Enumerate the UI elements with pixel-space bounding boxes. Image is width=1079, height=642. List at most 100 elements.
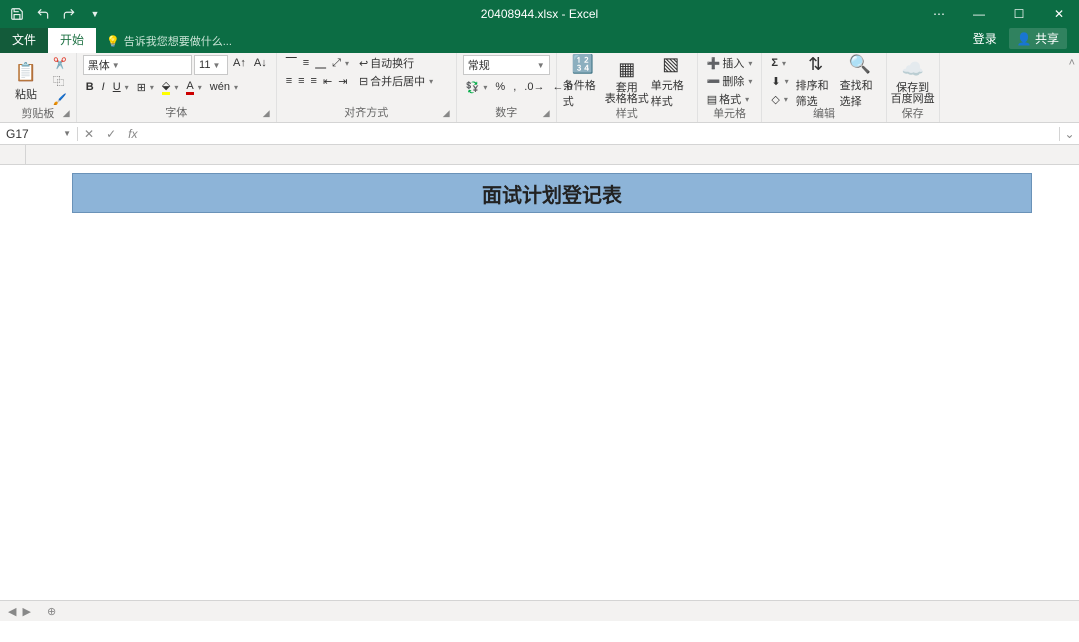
conditional-format-button[interactable]: 🔢条件格式 [563,55,603,107]
dialog-launcher-icon[interactable]: ◢ [543,106,550,120]
cond-format-icon: 🔢 [571,54,595,75]
fill-button[interactable]: ⬇▾ [768,73,791,89]
phonetic-button[interactable]: wén▾ [207,79,241,95]
sort-filter-button[interactable]: ⇅排序和筛选 [796,55,836,107]
merge-center-button[interactable]: ⊟合并后居中▾ [356,73,436,89]
group-font: 黑体▼ 11▼ A↑ A↓ B I U▾ ⊞▾ ⬙▾ A▾ wén▾ 字体◢ [77,53,277,122]
italic-button[interactable]: I [99,79,108,95]
copy-icon: ⿻ [53,73,64,89]
redo-icon[interactable] [58,3,80,25]
login-link[interactable]: 登录 [973,30,997,47]
percent-button[interactable]: % [492,79,508,95]
align-bottom-button[interactable]: ⎽ [312,55,329,71]
cut-button[interactable]: ✂️ [50,55,70,71]
sheet-nav-prev-icon[interactable]: ◀ [8,605,16,618]
undo-icon[interactable] [32,3,54,25]
find-icon: 🔍 [848,54,872,75]
titlebar: ▼ 20408944.xlsx - Excel ⋯ — ☐ ✕ [0,0,1079,28]
confirm-entry-icon[interactable]: ✓ [100,127,122,141]
cell-styles-button[interactable]: ▧单元格样式 [651,55,691,107]
decrease-font-button[interactable]: A↓ [251,55,270,71]
tell-me-box[interactable]: 💡 告诉我您想要做什么... [106,33,232,53]
currency-button[interactable]: 💱▾ [463,79,491,95]
find-select-button[interactable]: 🔍查找和选择 [840,55,880,107]
font-color-button[interactable]: A▾ [183,79,204,95]
select-all-corner[interactable] [0,145,26,165]
qat-customize-icon[interactable]: ▼ [84,3,106,25]
window-title: 20408944.xlsx - Excel [481,7,598,21]
ribbon-options-icon[interactable]: ⋯ [919,0,959,28]
orientation-button[interactable]: ⤢▾ [329,55,352,71]
sheet-nav-next-icon[interactable]: ▶ [22,605,30,618]
paste-button[interactable]: 📋 粘贴 [6,55,46,107]
worksheet-grid[interactable]: 面试计划登记表 ◀ ▶ ⊕ [0,145,1079,621]
dialog-launcher-icon[interactable]: ◢ [63,106,70,120]
wrap-text-button[interactable]: ↩自动换行 [356,55,436,71]
save-icon[interactable] [6,3,28,25]
add-sheet-icon[interactable]: ⊕ [39,605,64,618]
window-controls: ⋯ — ☐ ✕ [919,0,1079,28]
delete-cells-button[interactable]: ➖删除▾ [704,73,756,89]
baidu-save-button[interactable]: ☁️保存到 百度网盘 [893,55,933,107]
formula-expand-icon[interactable]: ⌄ [1059,127,1079,141]
insert-cells-button[interactable]: ➕插入▾ [704,55,756,71]
format-painter-button[interactable]: 🖌️ [50,91,70,107]
indent-right-button[interactable]: ⇥ [335,73,350,89]
increase-decimal-button[interactable]: .0→ [521,79,547,95]
table-format-icon: ▦ [615,57,639,81]
dialog-launcher-icon[interactable]: ◢ [263,106,270,120]
table-title[interactable]: 面试计划登记表 [72,173,1032,213]
underline-button[interactable]: U▾ [110,79,132,95]
maximize-icon[interactable]: ☐ [999,0,1039,28]
cell-style-icon: ▧ [659,54,683,75]
font-size-dropdown[interactable]: 11▼ [194,55,228,75]
border-button[interactable]: ⊞▾ [134,79,157,95]
font-color-icon: A [186,80,193,95]
share-button[interactable]: 👤 共享 [1009,28,1067,49]
tab-file[interactable]: 文件 [0,26,48,53]
font-name-dropdown[interactable]: 黑体▼ [83,55,192,75]
fill-color-button[interactable]: ⬙▾ [159,79,181,95]
tab-开始[interactable]: 开始 [48,26,96,53]
ribbon: 📋 粘贴 ✂️ ⿻ 🖌️ 剪贴板◢ 黑体▼ 11▼ A↑ A↓ B I U▾ [0,53,1079,123]
group-clipboard: 📋 粘贴 ✂️ ⿻ 🖌️ 剪贴板◢ [0,53,77,122]
group-number: 常规▼ 💱▾ % , .0→ ←.0 数字◢ [457,53,557,122]
close-icon[interactable]: ✕ [1039,0,1079,28]
increase-font-button[interactable]: A↑ [230,55,249,71]
align-right-button[interactable]: ≡ [308,73,320,89]
indent-left-button[interactable]: ⇤ [320,73,335,89]
dialog-launcher-icon[interactable]: ◢ [443,106,450,120]
ribbon-tabs: 文件 开始 💡 告诉我您想要做什么... 登录 👤 共享 [0,28,1079,53]
delete-icon: ➖ [707,75,721,88]
minimize-icon[interactable]: — [959,0,999,28]
formula-bar-row: G17▼ ✕ ✓ fx ⌄ [0,123,1079,145]
bold-button[interactable]: B [83,79,97,95]
name-box[interactable]: G17▼ [0,127,78,141]
brush-icon: 🖌️ [53,93,67,106]
fx-icon[interactable]: fx [122,127,143,141]
align-middle-button[interactable]: ≡ [300,55,312,71]
comma-button[interactable]: , [510,79,519,95]
align-left-button[interactable]: ≡ [283,73,295,89]
copy-button[interactable]: ⿻ [50,73,70,89]
paste-icon: 📋 [14,60,38,84]
merge-icon: ⊟ [359,75,368,88]
group-baidu: ☁️保存到 百度网盘 保存 [887,53,940,122]
format-icon: ▤ [707,93,717,106]
format-cells-button[interactable]: ▤格式▾ [704,91,756,107]
table-format-button[interactable]: ▦套用 表格格式 [607,55,647,107]
clear-button[interactable]: ◇▾ [768,91,791,107]
number-format-dropdown[interactable]: 常规▼ [463,55,550,75]
group-styles: 🔢条件格式 ▦套用 表格格式 ▧单元格样式 样式 [557,53,698,122]
bucket-icon: ⬙ [162,79,170,95]
autosum-button[interactable]: Σ▾ [768,55,791,71]
sheet-tabs-bar: ◀ ▶ ⊕ [0,600,1079,621]
align-top-button[interactable]: ⎺ [283,55,300,71]
align-center-button[interactable]: ≡ [295,73,307,89]
wrap-icon: ↩ [359,57,368,70]
cancel-entry-icon[interactable]: ✕ [78,127,100,141]
cloud-icon: ☁️ [901,57,925,81]
collapse-ribbon-icon[interactable]: ˄ [1065,53,1079,122]
cut-icon: ✂️ [53,57,67,70]
formula-input[interactable] [143,127,1059,141]
